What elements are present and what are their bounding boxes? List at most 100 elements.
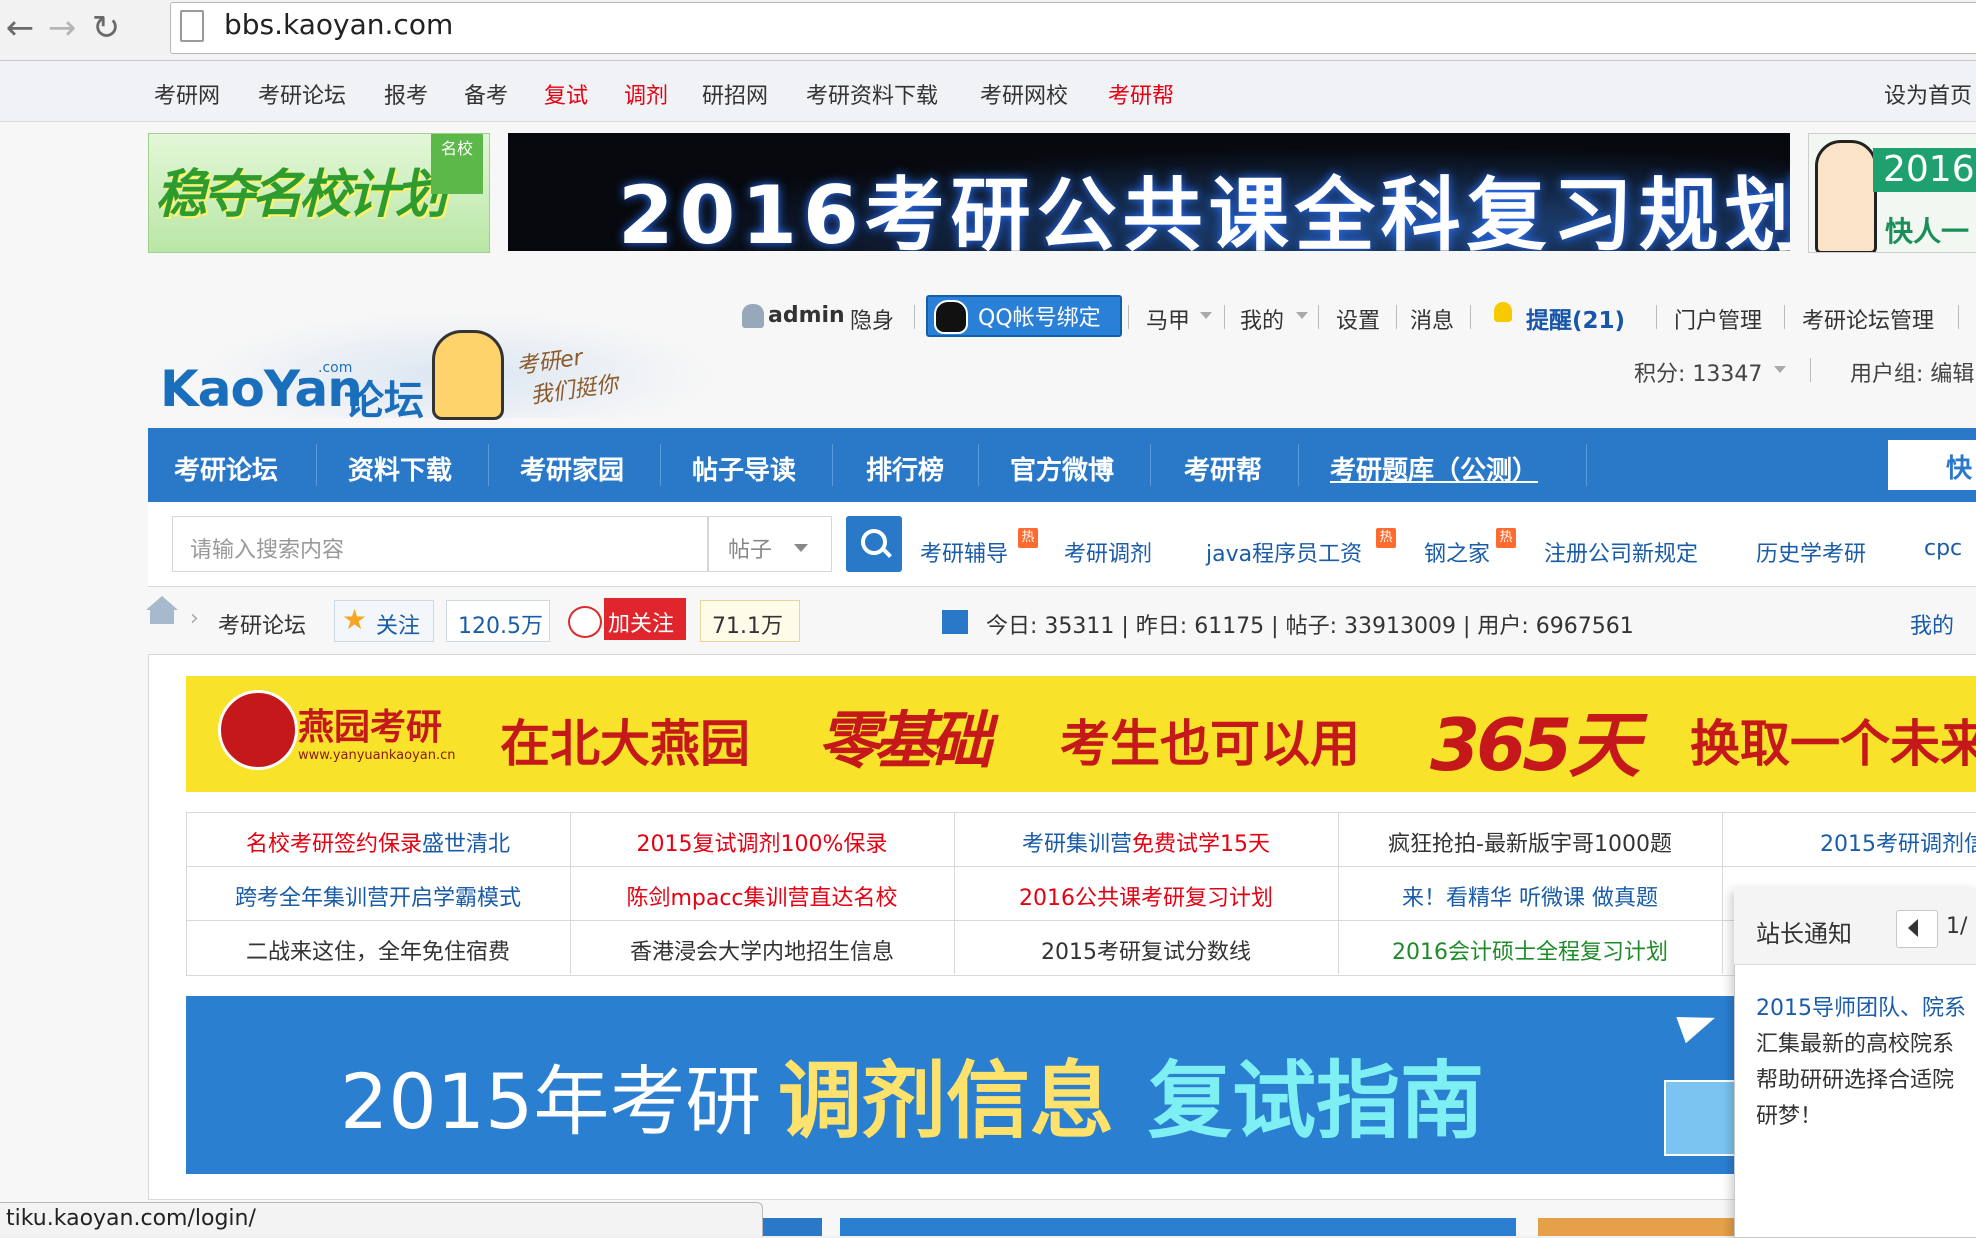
ad-text-3: 换取一个未来 bbox=[1690, 715, 1976, 773]
reload-icon[interactable]: ↻ bbox=[86, 8, 126, 48]
bottom-block bbox=[1538, 1218, 1734, 1236]
url-text[interactable]: bbs.kaoyan.com bbox=[224, 8, 453, 41]
grid-link[interactable]: 跨考全年集训营开启学霸模式 bbox=[186, 880, 570, 912]
grid-link[interactable]: 陈剑mpacc集训营直达名校 bbox=[570, 880, 954, 912]
points-link[interactable]: 积分: 13347 bbox=[1634, 356, 1762, 388]
bottom-block bbox=[840, 1218, 1516, 1236]
grid-link[interactable]: 来！看精华 听微课 做真题 bbox=[1338, 880, 1722, 912]
grid-link-text: 香港浸会大学内地招生信息 bbox=[629, 940, 894, 965]
mine-link[interactable]: 我的 bbox=[1910, 608, 1954, 640]
hot-badge: 热 bbox=[1018, 528, 1038, 548]
grid-link-text: 2015考研调剂信息 bbox=[1820, 832, 1976, 857]
site-nav-prepare[interactable]: 备考 bbox=[464, 78, 508, 110]
forward-arrow-icon[interactable]: → bbox=[42, 8, 82, 48]
status-url: tiku.kaoyan.com/login/ bbox=[6, 1206, 256, 1231]
weibo-count: 71.1万 bbox=[712, 614, 783, 639]
site-nav-yanzhao[interactable]: 研招网 bbox=[702, 78, 768, 110]
grid-link[interactable]: 疯狂抢拍-最新版宇哥1000题 bbox=[1338, 826, 1722, 858]
grid-link[interactable]: 名校考研签约保录盛世清北 bbox=[186, 826, 570, 858]
hot-keyword[interactable]: cpc bbox=[1924, 536, 1962, 561]
banner-top-left[interactable]: 稳夺名校计划 名校 bbox=[148, 133, 490, 253]
back-arrow-icon[interactable]: ← bbox=[0, 8, 40, 48]
grid-link[interactable]: 2015考研调剂信息 bbox=[1722, 826, 1976, 858]
banner-top-right[interactable]: 2016 快人一步 bbox=[1808, 133, 1976, 253]
username-link[interactable]: admin bbox=[768, 303, 845, 328]
grid-link-text: 来！看精华 听微课 做真题 bbox=[1402, 886, 1658, 911]
divider bbox=[1958, 305, 1959, 329]
hot-badge: 热 bbox=[1496, 528, 1516, 548]
chevron-down-icon[interactable] bbox=[1200, 312, 1212, 319]
chevron-down-icon[interactable] bbox=[1296, 312, 1308, 319]
forum-admin-link[interactable]: 考研论坛管理 bbox=[1802, 303, 1934, 335]
mine-menu[interactable]: 我的 bbox=[1240, 303, 1284, 335]
vest-menu[interactable]: 马甲 bbox=[1146, 303, 1190, 335]
hot-keyword[interactable]: java程序员工资 bbox=[1206, 536, 1362, 568]
notice-line: 汇集最新的高校院系 bbox=[1756, 1032, 1955, 1057]
portal-admin-link[interactable]: 门户管理 bbox=[1674, 303, 1762, 335]
site-nav-school[interactable]: 考研网校 bbox=[980, 78, 1068, 110]
grid-link[interactable]: 2015考研复试分数线 bbox=[954, 934, 1338, 966]
main-nav-forum[interactable]: 考研论坛 bbox=[174, 450, 278, 487]
site-nav-retest[interactable]: 复试 bbox=[544, 78, 588, 110]
banner-top-middle[interactable]: 2016考研公共课全科复习规划 bbox=[508, 133, 1790, 251]
user-group-link[interactable]: 用户组: 编辑 bbox=[1850, 356, 1974, 388]
main-nav-home[interactable]: 考研家园 bbox=[520, 450, 624, 487]
logo-suffix: 论坛 bbox=[344, 378, 424, 424]
grid-link[interactable]: 2016公共课考研复习计划 bbox=[954, 880, 1338, 912]
flag-icon: 名校 bbox=[431, 134, 483, 194]
site-nav-kaoyan[interactable]: 考研网 bbox=[154, 78, 220, 110]
home-icon-base[interactable] bbox=[150, 608, 174, 624]
divider bbox=[1396, 305, 1397, 329]
main-nav-guide[interactable]: 帖子导读 bbox=[692, 450, 796, 487]
divider bbox=[1810, 358, 1811, 382]
grid-link-text: 名校考研签约保录 bbox=[245, 832, 422, 857]
grid-link-text: 考研集训营 bbox=[1021, 832, 1132, 857]
cartoon-character-icon bbox=[1815, 140, 1877, 252]
set-homepage-link[interactable]: 设为首页 bbox=[1884, 78, 1972, 110]
search-type-value: 帖子 bbox=[728, 538, 773, 563]
site-nav-forum[interactable]: 考研论坛 bbox=[258, 78, 346, 110]
weibo-follow-label: 加关注 bbox=[608, 612, 675, 637]
notice-page: 1/ bbox=[1946, 914, 1968, 939]
messages-link[interactable]: 消息 bbox=[1410, 303, 1454, 335]
weibo-icon bbox=[568, 606, 602, 638]
ad-blue-text-1: 2015年考研 bbox=[340, 1057, 762, 1146]
chevron-right-icon: › bbox=[190, 606, 199, 631]
remind-link[interactable]: 提醒(21) bbox=[1526, 301, 1625, 335]
grid-link-text: 2015复试调剂100%保录 bbox=[636, 832, 888, 857]
divider bbox=[832, 444, 833, 486]
hot-keyword[interactable]: 注册公司新规定 bbox=[1544, 536, 1698, 568]
invisible-toggle[interactable]: 隐身 bbox=[850, 303, 894, 335]
lightbulb-icon bbox=[1494, 302, 1512, 322]
grid-link[interactable]: 二战来这住，全年免住宿费 bbox=[186, 934, 570, 966]
grid-link[interactable]: 香港浸会大学内地招生信息 bbox=[570, 934, 954, 966]
ad-text-1: 在北大燕园 bbox=[500, 715, 750, 773]
grid-link[interactable]: 2015复试调剂100%保录 bbox=[570, 826, 954, 858]
grid-link[interactable]: 考研集训营免费试学15天 bbox=[954, 826, 1338, 858]
hot-keyword[interactable]: 考研辅导 bbox=[920, 536, 1008, 568]
settings-link[interactable]: 设置 bbox=[1336, 303, 1380, 335]
main-nav-ranking[interactable]: 排行榜 bbox=[866, 450, 944, 487]
site-nav-kaoyanbang[interactable]: 考研帮 bbox=[1108, 78, 1174, 110]
page-icon bbox=[180, 10, 204, 42]
main-nav-weibo[interactable]: 官方微博 bbox=[1010, 450, 1114, 487]
site-nav-adjust[interactable]: 调剂 bbox=[624, 78, 668, 110]
chevron-down-icon[interactable] bbox=[1774, 366, 1786, 373]
ad-text-365: 365天 bbox=[1430, 703, 1640, 787]
notice-link[interactable]: 2015导师团队、院系 bbox=[1756, 990, 1966, 1022]
hot-keyword[interactable]: 钢之家 bbox=[1424, 536, 1490, 568]
divider bbox=[1586, 444, 1587, 486]
main-nav-downloads[interactable]: 资料下载 bbox=[348, 450, 452, 487]
hot-keyword[interactable]: 考研调剂 bbox=[1064, 536, 1152, 568]
chevron-down-icon bbox=[794, 544, 808, 552]
hot-keyword[interactable]: 历史学考研 bbox=[1756, 536, 1866, 568]
main-nav-question-bank[interactable]: 考研题库（公测） bbox=[1330, 450, 1538, 487]
breadcrumb-current[interactable]: 考研论坛 bbox=[218, 608, 306, 640]
grid-link-text: 免费试学15天 bbox=[1132, 832, 1270, 857]
mascot-icon bbox=[432, 330, 504, 420]
qq-bind-label: QQ帐号绑定 bbox=[978, 306, 1101, 331]
main-nav-kaoyanbang[interactable]: 考研帮 bbox=[1184, 450, 1262, 487]
grid-link[interactable]: 2016会计硕士全程复习计划 bbox=[1338, 934, 1722, 966]
site-nav-apply[interactable]: 报考 bbox=[384, 78, 428, 110]
site-nav-downloads[interactable]: 考研资料下载 bbox=[806, 78, 938, 110]
